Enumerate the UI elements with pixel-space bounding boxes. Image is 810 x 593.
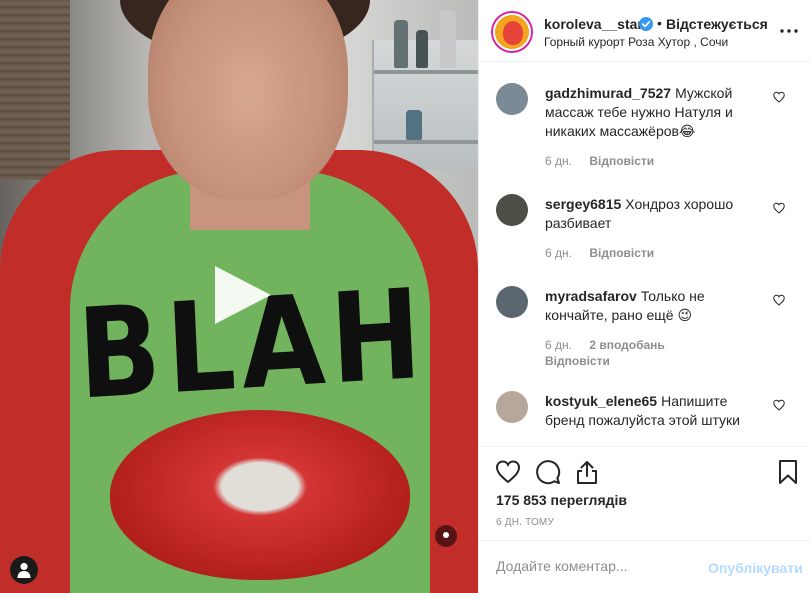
comment-likes-count[interactable]: 2 вподобань	[589, 338, 664, 352]
comment-username[interactable]: kostyuk_elene65	[545, 393, 657, 409]
play-icon	[215, 266, 271, 324]
comment-meta: 6 дн. Відповісти	[545, 246, 668, 260]
comment-age: 6 дн.	[545, 338, 572, 352]
post-timestamp[interactable]: 6 ДН. ТОМУ	[496, 517, 554, 528]
post-actions	[479, 446, 810, 496]
more-options-icon[interactable]	[779, 22, 799, 40]
comment-item: sergey6815 Хондроз хорошо разбивает 6 дн.…	[479, 194, 810, 274]
comment-username[interactable]: sergey6815	[545, 196, 621, 212]
commenter-avatar[interactable]	[496, 286, 528, 318]
comment-username[interactable]: gadzhimurad_7527	[545, 85, 671, 101]
header-separator: •	[657, 15, 662, 31]
owner-username[interactable]: koroleva__star	[544, 16, 643, 32]
comment-heart-icon[interactable]	[773, 294, 785, 306]
owner-avatar[interactable]	[493, 13, 531, 51]
comment-bubble-icon[interactable]	[535, 459, 561, 485]
comments-list[interactable]: gadzhimurad_7527 Мужской массаж тебе нужн…	[479, 63, 810, 446]
play-button[interactable]	[209, 262, 275, 328]
post-video[interactable]: BLAH	[0, 0, 478, 593]
bookmark-icon[interactable]	[775, 459, 801, 485]
comment-meta: 6 дн. Відповісти	[545, 154, 668, 168]
comment-item: myradsafarov Только не кончайте, рано ещё…	[479, 286, 810, 376]
comment-username[interactable]: myradsafarov	[545, 288, 637, 304]
commenter-avatar[interactable]	[496, 391, 528, 423]
publish-button[interactable]: Опублікувати	[708, 560, 803, 576]
comment-heart-icon[interactable]	[773, 202, 785, 214]
share-icon[interactable]	[574, 459, 600, 485]
verified-badge-icon	[639, 17, 653, 31]
comment-age: 6 дн.	[545, 246, 572, 260]
comment-heart-icon[interactable]	[773, 91, 785, 103]
reply-button[interactable]: Відповісти	[589, 154, 654, 168]
reply-button[interactable]: Відповісти	[589, 246, 654, 260]
comment-age: 6 дн.	[545, 154, 572, 168]
heart-icon[interactable]	[495, 459, 521, 485]
comment-item: gadzhimurad_7527 Мужской массаж тебе нужн…	[479, 83, 810, 183]
comment-heart-icon[interactable]	[773, 399, 785, 411]
comment-input[interactable]	[496, 558, 706, 574]
user-tag-button[interactable]	[10, 556, 38, 584]
post-side-panel: koroleva__star • Відстежується Горный ку…	[478, 0, 810, 593]
view-count[interactable]: 175 853 переглядів	[496, 492, 627, 508]
audio-toggle-button[interactable]	[435, 525, 457, 547]
reply-button[interactable]: Відповісти	[545, 354, 610, 368]
add-comment-form: Опублікувати	[479, 540, 810, 593]
user-tag-icon	[17, 562, 31, 578]
follow-status-button[interactable]: Відстежується	[666, 16, 768, 32]
comment-meta: 6 дн. 2 вподобань	[545, 338, 679, 352]
post-location[interactable]: Горный курорт Роза Хутор , Сочи	[544, 35, 728, 49]
comment-item: kostyuk_elene65 Напишите бренд пожалуйста…	[479, 391, 810, 446]
commenter-avatar[interactable]	[496, 194, 528, 226]
commenter-avatar[interactable]	[496, 83, 528, 115]
post-header: koroleva__star • Відстежується Горный ку…	[479, 0, 810, 62]
